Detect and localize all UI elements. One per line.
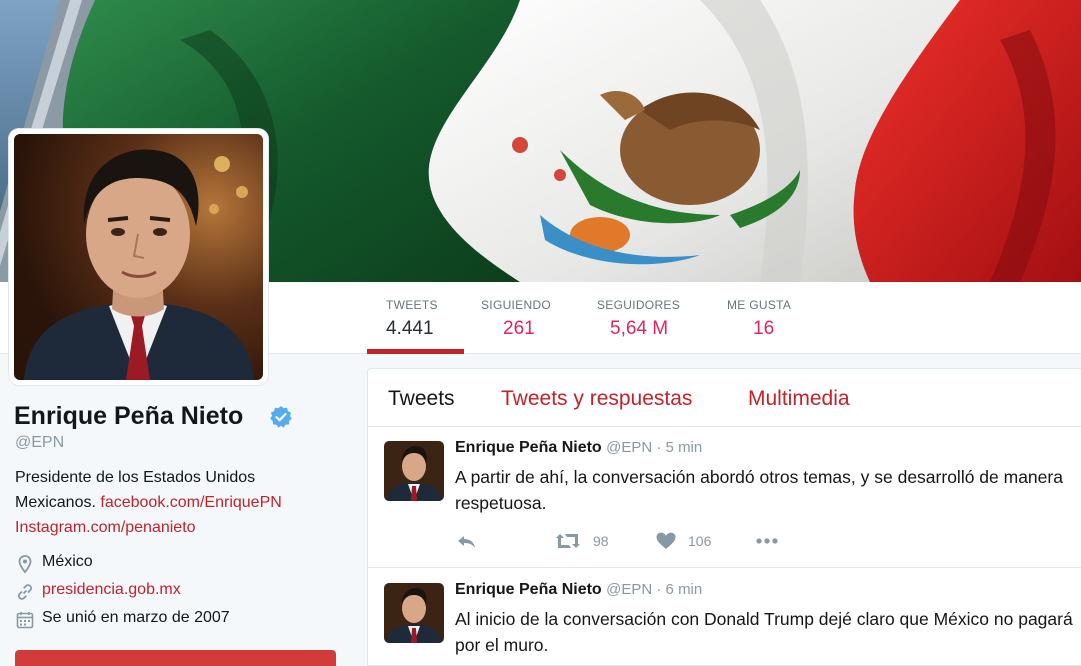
stat-value: 16 <box>753 318 775 339</box>
tweet-author-name[interactable]: Enrique Peña Nieto <box>455 581 602 598</box>
stat-followers[interactable]: SEGUIDORES 5,64 M <box>597 298 680 340</box>
location-icon <box>18 555 32 574</box>
website-link[interactable]: presidencia.gob.mx <box>42 581 181 599</box>
tweet-author-name[interactable]: Enrique Peña Nieto <box>455 439 602 456</box>
avatar-photo <box>14 134 263 380</box>
tweet-avatar-photo <box>384 583 444 643</box>
tweet[interactable]: Enrique Peña Nieto @EPN · 5 min A partir… <box>368 427 1081 568</box>
profile-joined: Se unió en marzo de 2007 <box>15 609 345 631</box>
timeline-tabs: Tweets Tweets y respuestas Multimedia <box>368 369 1081 427</box>
profile-location: México <box>15 553 345 575</box>
tab-media[interactable]: Multimedia <box>748 387 850 411</box>
stat-label: TWEETS <box>386 298 438 312</box>
reply-icon <box>458 536 475 548</box>
tweet-avatar[interactable] <box>384 583 444 643</box>
tweet-actions: 98 106 <box>455 531 855 551</box>
timeline: Tweets Tweets y respuestas Multimedia En… <box>367 368 1081 666</box>
tweet-avatar-photo <box>384 441 444 501</box>
retweet-count: 98 <box>593 533 609 549</box>
calendar-icon <box>16 612 34 629</box>
stat-label: ME GUSTA <box>727 298 792 312</box>
location-text: México <box>42 553 93 570</box>
stat-value: 4.441 <box>386 318 434 339</box>
stat-likes[interactable]: ME GUSTA 16 <box>727 298 791 340</box>
link-icon <box>18 584 32 600</box>
profile-action-button[interactable] <box>15 650 336 666</box>
joined-text: Se unió en marzo de 2007 <box>42 609 230 626</box>
tweet-handle-time[interactable]: @EPN · 5 min <box>606 439 702 456</box>
tweet-handle-time[interactable]: @EPN · 6 min <box>606 581 702 598</box>
tab-tweets-replies[interactable]: Tweets y respuestas <box>501 387 692 411</box>
profile-avatar[interactable] <box>9 129 268 385</box>
bio-link-instagram[interactable]: Instagram.com/penanieto <box>15 519 196 536</box>
stat-tweets[interactable]: TWEETS 4.441 <box>386 298 438 340</box>
heart-icon <box>656 532 676 549</box>
profile-handle[interactable]: @EPN <box>15 434 64 452</box>
stat-following[interactable]: SIGUIENDO 261 <box>481 298 551 340</box>
profile-website: presidencia.gob.mx <box>15 581 345 603</box>
tweet[interactable]: Enrique Peña Nieto @EPN · 6 min Al inici… <box>368 569 1081 666</box>
tweet-header: Enrique Peña Nieto @EPN · 6 min <box>455 581 702 599</box>
bio-link-facebook[interactable]: facebook.com/EnriquePN <box>100 494 281 511</box>
profile-bio: Presidente de los Estados Unidos Mexican… <box>15 465 335 540</box>
tweet-header: Enrique Peña Nieto @EPN · 5 min <box>455 439 702 457</box>
stat-label: SIGUIENDO <box>481 298 552 312</box>
verified-icon <box>270 406 292 428</box>
tweet-text: A partir de ahí, la conversación abordó … <box>455 467 1063 513</box>
profile-name[interactable]: Enrique Peña Nieto <box>14 402 243 431</box>
active-stat-indicator <box>367 349 464 354</box>
retweet-icon <box>556 534 580 548</box>
tab-tweets[interactable]: Tweets <box>388 387 455 411</box>
tweet-avatar[interactable] <box>384 441 444 501</box>
stat-value: 5,64 M <box>610 318 669 339</box>
more-icon <box>756 538 778 544</box>
tweet-text: Al inicio de la conversación con Donald … <box>455 609 1073 655</box>
like-count: 106 <box>688 533 712 549</box>
stat-label: SEGUIDORES <box>597 298 681 312</box>
stat-value: 261 <box>503 318 535 339</box>
